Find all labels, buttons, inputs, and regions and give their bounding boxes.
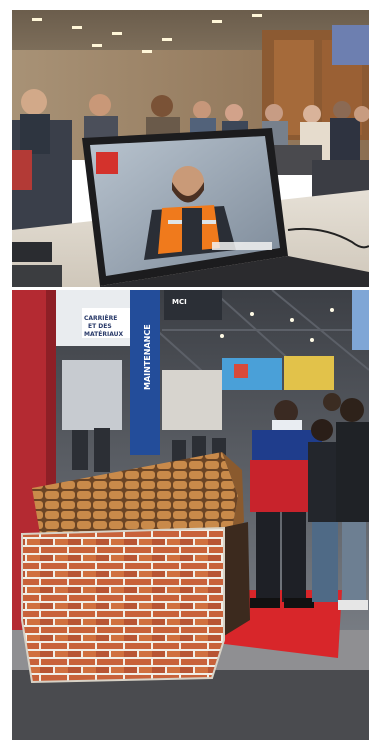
trade-fair-photo: CARRIÈRE ET DES MATÉRIAUX MAINTENANCE MC… bbox=[12, 290, 369, 740]
trade-fair-scene: CARRIÈRE ET DES MATÉRIAUX MAINTENANCE MC… bbox=[12, 290, 369, 740]
conference-photo bbox=[12, 10, 369, 287]
house-brick-wall bbox=[21, 526, 225, 684]
banner-line1: CARRIÈRE bbox=[84, 314, 117, 322]
top-sign: MCI bbox=[172, 298, 187, 306]
banner-line3: MATÉRIAUX bbox=[84, 330, 124, 338]
conference-scene bbox=[12, 10, 369, 287]
banner-line2: ET DES bbox=[88, 323, 112, 330]
maintenance-text: MAINTENANCE bbox=[143, 324, 152, 390]
screen-red-logo bbox=[96, 152, 118, 174]
